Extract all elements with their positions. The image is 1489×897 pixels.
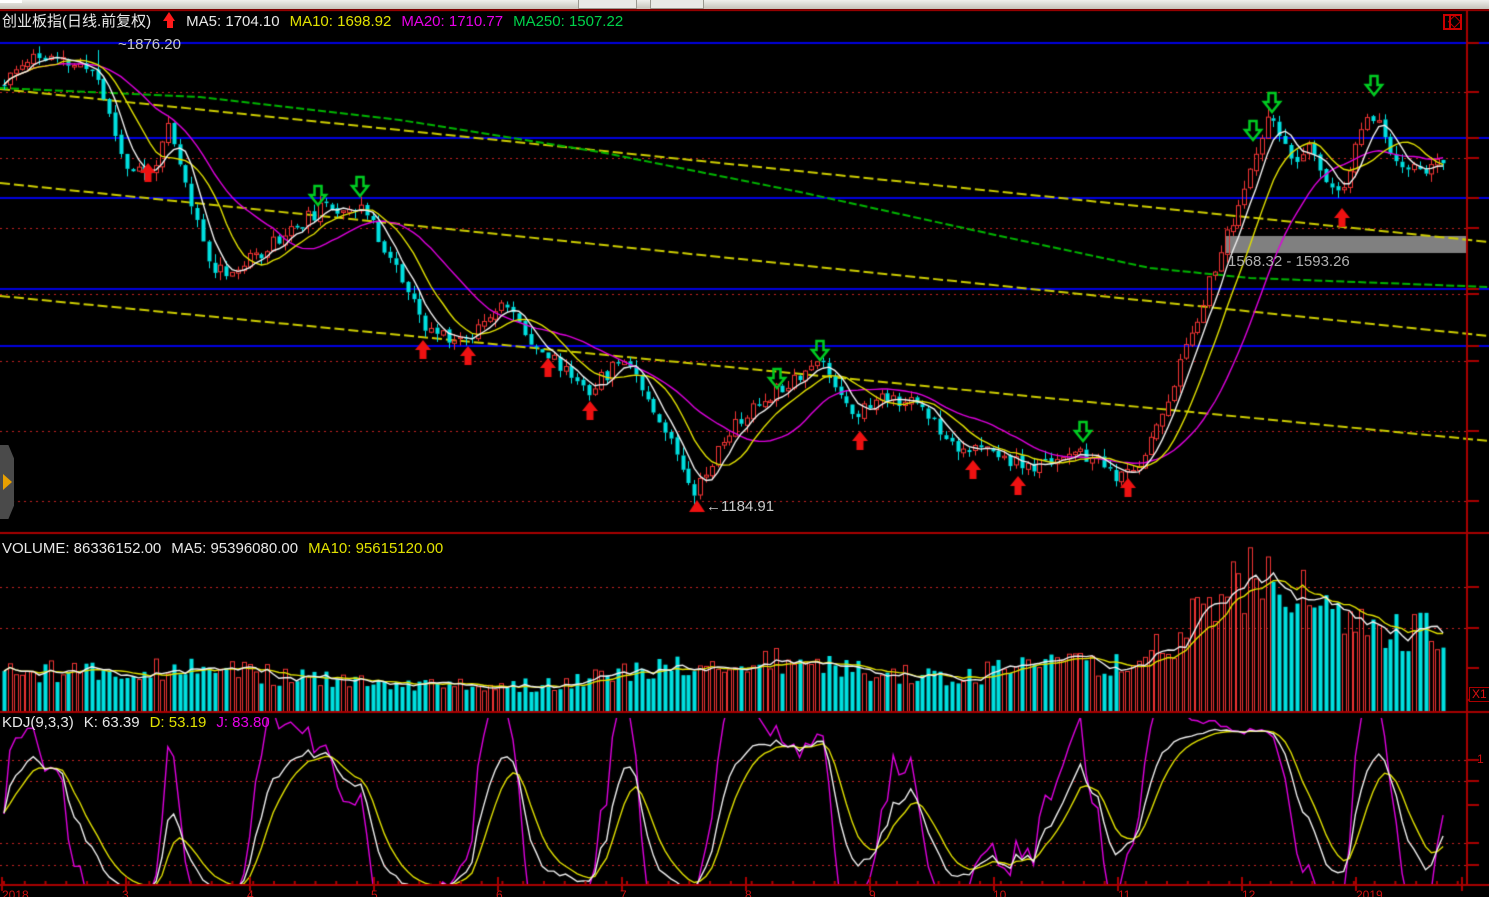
chart-canvas[interactable] xyxy=(0,0,1489,897)
up-arrow-icon xyxy=(163,12,176,28)
volume-ma5-value: MA5: 95396080.00 xyxy=(171,540,298,557)
x-axis-label: 2019 xyxy=(1356,888,1383,897)
scale-badge: X1 xyxy=(1469,687,1489,702)
split-window-icon[interactable] xyxy=(1443,14,1462,30)
x-axis-label: 10 xyxy=(993,888,1006,897)
volume-value: VOLUME: 86336152.00 xyxy=(2,540,161,557)
toolbar-button[interactable] xyxy=(578,0,637,9)
x-axis-labels: 2018 3 4 5 6 7 8 9 10 11 12 2019 xyxy=(0,888,1489,897)
ma250-value: MA250: 1507.22 xyxy=(513,13,623,30)
x-axis-label: 9 xyxy=(869,888,876,897)
x-axis-label: 4 xyxy=(247,888,254,897)
right-axis-partial-label: 1 xyxy=(1477,752,1484,766)
ma20-value: MA20: 1710.77 xyxy=(401,13,503,30)
ma5-value: MA5: 1704.10 xyxy=(186,13,279,30)
toolbar-button[interactable] xyxy=(650,0,704,9)
stock-chart-app: { "main_header": { "title": "创业板指(日线.前复权… xyxy=(0,0,1489,897)
x-axis-label: 8 xyxy=(745,888,752,897)
x-axis-label: 6 xyxy=(496,888,503,897)
window-toolbar-strip xyxy=(0,0,1489,10)
main-chart-header: 创业板指(日线.前复权) MA5: 1704.10 MA10: 1698.92 MA2… xyxy=(2,10,633,31)
low-price-annotation: ←1184.91 xyxy=(706,498,774,515)
x-axis-label: 7 xyxy=(620,888,627,897)
x-axis-label: 3 xyxy=(122,888,129,897)
volume-ma10-value: MA10: 95615120.00 xyxy=(308,540,443,557)
expand-arrow-icon xyxy=(3,474,12,490)
high-price-annotation: ~1876.20 xyxy=(118,36,181,53)
sidebar-expand-handle[interactable] xyxy=(0,445,14,519)
kdj-indicator-label: KDJ(9,3,3) xyxy=(2,714,74,731)
kdj-j-value: J: 83.80 xyxy=(216,714,269,731)
instrument-title: 创业板指(日线.前复权) xyxy=(2,13,151,30)
x-axis-label: 5 xyxy=(371,888,378,897)
toolbar-highlight xyxy=(0,0,22,3)
kdj-pane-header: KDJ(9,3,3) K: 63.39 D: 53.19 J: 83.80 xyxy=(2,714,280,731)
ma10-value: MA10: 1698.92 xyxy=(290,13,392,30)
x-axis-label: 11 xyxy=(1118,888,1130,897)
kdj-d-value: D: 53.19 xyxy=(150,714,207,731)
x-axis-label: 2018 xyxy=(2,888,29,897)
x-axis-label: 12 xyxy=(1242,888,1255,897)
kdj-k-value: K: 63.39 xyxy=(84,714,140,731)
price-range-band-label: 1568.32 - 1593.26 xyxy=(1228,253,1350,270)
volume-pane-header: VOLUME: 86336152.00 MA5: 95396080.00 MA10:… xyxy=(2,540,453,557)
